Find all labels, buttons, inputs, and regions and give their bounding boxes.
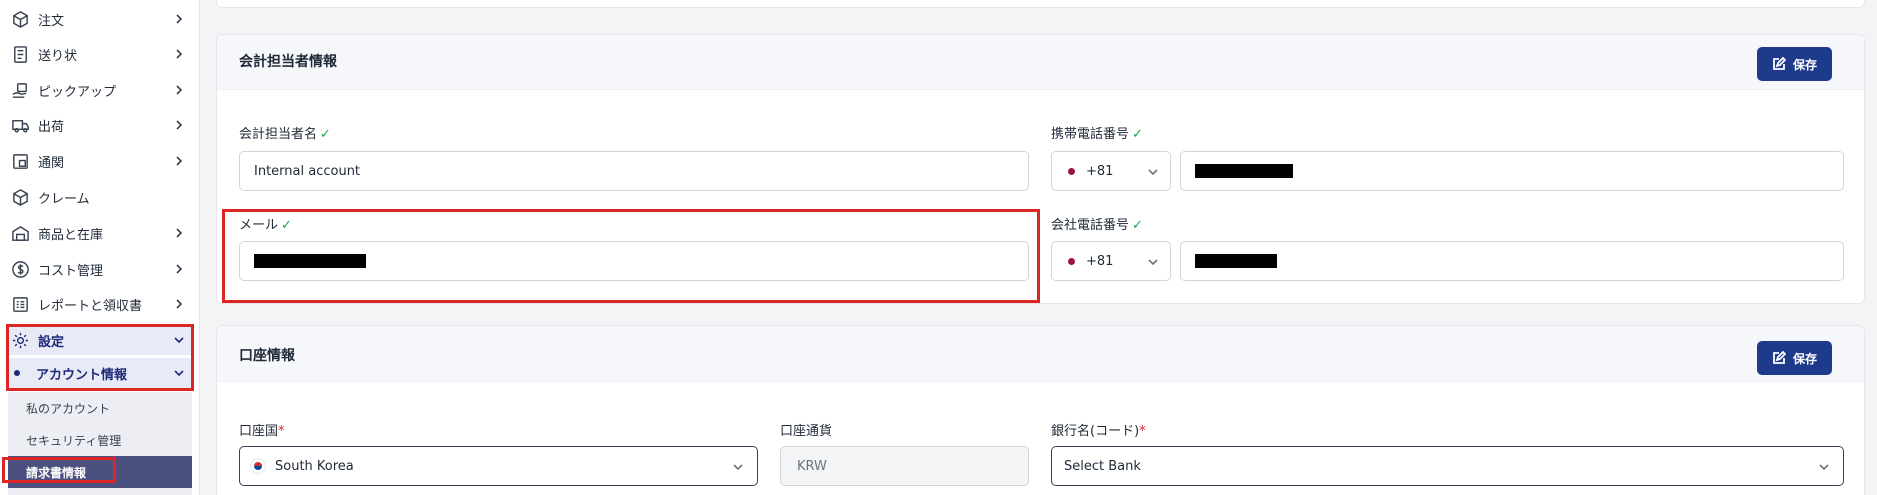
sidebar-item-label: 商品と在庫	[38, 227, 104, 243]
bank-currency-input: KRW	[780, 446, 1029, 486]
card-header: 口座情報 保存	[217, 326, 1864, 382]
sidebar-item-pickup[interactable]: ピックアップ	[0, 75, 200, 105]
sidebar-item-label: 出荷	[38, 119, 65, 135]
edit-icon	[1773, 351, 1786, 364]
dollar-icon	[10, 259, 30, 279]
claim-box-icon	[10, 187, 30, 207]
previous-card	[216, 0, 1865, 8]
sidebar-item-waybills[interactable]: 送り状	[0, 39, 200, 69]
sidebar: 注文 送り状 ピックアップ 出荷 通関 クレーム 商品と在庫 コスト管理 レポー…	[0, 0, 200, 495]
gear-icon	[10, 330, 30, 350]
sidebar-item-label: レポートと領収書	[38, 298, 143, 314]
sidebar-item-label: ピックアップ	[38, 84, 117, 100]
company-country-code-select[interactable]: +81	[1051, 241, 1171, 281]
chevron-right-icon	[172, 262, 186, 276]
chevron-down-icon	[172, 366, 186, 380]
sidebar-item-reports-receipts[interactable]: レポートと領収書	[0, 289, 200, 319]
sidebar-item-label: 設定	[38, 334, 65, 350]
save-button-label: 保存	[1792, 57, 1817, 72]
section-title: 会計担当者情報	[239, 54, 337, 70]
bank-country-label: 口座国*	[239, 424, 285, 439]
customs-icon	[10, 151, 30, 171]
japan-flag-icon	[1068, 167, 1075, 175]
email-label: メール ✓	[239, 218, 292, 233]
redacted-value	[1195, 254, 1277, 268]
email-input[interactable]	[239, 241, 1029, 281]
chevron-down-icon	[1818, 461, 1830, 473]
bank-country-select[interactable]: South Korea	[239, 446, 758, 486]
bank-account-card: 口座情報 保存 口座国* South Korea 口座通貨 KRW 銀行名(コー…	[216, 325, 1865, 495]
mobile-phone-label: 携帯電話番号 ✓	[1051, 127, 1143, 142]
chevron-right-icon	[172, 297, 186, 311]
bullet-dot-icon	[14, 370, 20, 376]
sidebar-item-account-info[interactable]: アカウント情報	[8, 358, 194, 388]
redacted-value	[254, 254, 366, 268]
chevron-right-icon	[172, 154, 186, 168]
sidebar-item-products-inventory[interactable]: 商品と在庫	[0, 218, 200, 248]
warehouse-icon	[10, 223, 30, 243]
chevron-right-icon	[172, 12, 186, 26]
sidebar-item-shipping[interactable]: 出荷	[0, 110, 200, 140]
company-phone-label: 会社電話番号 ✓	[1051, 218, 1143, 233]
sidebar-item-cost-management[interactable]: コスト管理	[0, 254, 200, 284]
box-icon	[10, 9, 30, 29]
sidebar-subitem-billing-info[interactable]: 請求書情報	[8, 456, 192, 488]
save-button[interactable]: 保存	[1757, 341, 1832, 375]
sidebar-item-orders[interactable]: 注文	[0, 4, 200, 34]
mobile-phone-input[interactable]	[1180, 151, 1844, 191]
sidebar-item-claims[interactable]: クレーム	[0, 182, 200, 212]
sidebar-subitem-security[interactable]: セキュリティ管理	[26, 432, 121, 449]
invoice-list-icon	[10, 44, 30, 64]
sidebar-item-label: 送り状	[38, 48, 78, 64]
redacted-value	[1195, 164, 1293, 178]
report-icon	[10, 294, 30, 314]
accounting-contact-card: 会計担当者情報 保存 会計担当者名 ✓ Internal account メール ✓…	[216, 34, 1865, 304]
chevron-down-icon	[172, 333, 186, 347]
sidebar-item-label: 通関	[38, 155, 65, 171]
sidebar-item-label: 注文	[38, 13, 65, 29]
sidebar-item-customs[interactable]: 通関	[0, 146, 200, 176]
sidebar-item-label: アカウント情報	[36, 367, 128, 383]
accountant-name-input[interactable]: Internal account	[239, 151, 1029, 191]
mobile-country-code-select[interactable]: +81	[1051, 151, 1171, 191]
card-header: 会計担当者情報 保存	[217, 35, 1864, 90]
chevron-right-icon	[172, 226, 186, 240]
chevron-down-icon	[732, 461, 744, 473]
sidebar-item-settings[interactable]: 設定	[8, 325, 194, 355]
edit-icon	[1773, 57, 1786, 70]
sidebar-subitem-my-account[interactable]: 私のアカウント	[26, 400, 110, 417]
company-phone-input[interactable]	[1180, 241, 1844, 281]
chevron-right-icon	[172, 83, 186, 97]
sidebar-item-label: クレーム	[38, 191, 90, 207]
save-button[interactable]: 保存	[1757, 47, 1832, 81]
pickup-icon	[10, 80, 30, 100]
save-button-label: 保存	[1792, 351, 1817, 366]
japan-flag-icon	[1068, 257, 1075, 265]
accountant-name-label: 会計担当者名 ✓	[239, 127, 331, 142]
bank-name-label: 銀行名(コード)*	[1051, 424, 1146, 439]
section-title: 口座情報	[239, 348, 295, 364]
bank-currency-label: 口座通貨	[780, 424, 833, 439]
south-korea-flag-icon	[250, 458, 266, 474]
truck-icon	[10, 115, 30, 135]
bank-name-select[interactable]: Select Bank	[1051, 446, 1844, 486]
chevron-right-icon	[172, 47, 186, 61]
chevron-right-icon	[172, 118, 186, 132]
chevron-down-icon	[1147, 256, 1159, 268]
chevron-down-icon	[1147, 166, 1159, 178]
sidebar-item-label: コスト管理	[38, 263, 104, 279]
